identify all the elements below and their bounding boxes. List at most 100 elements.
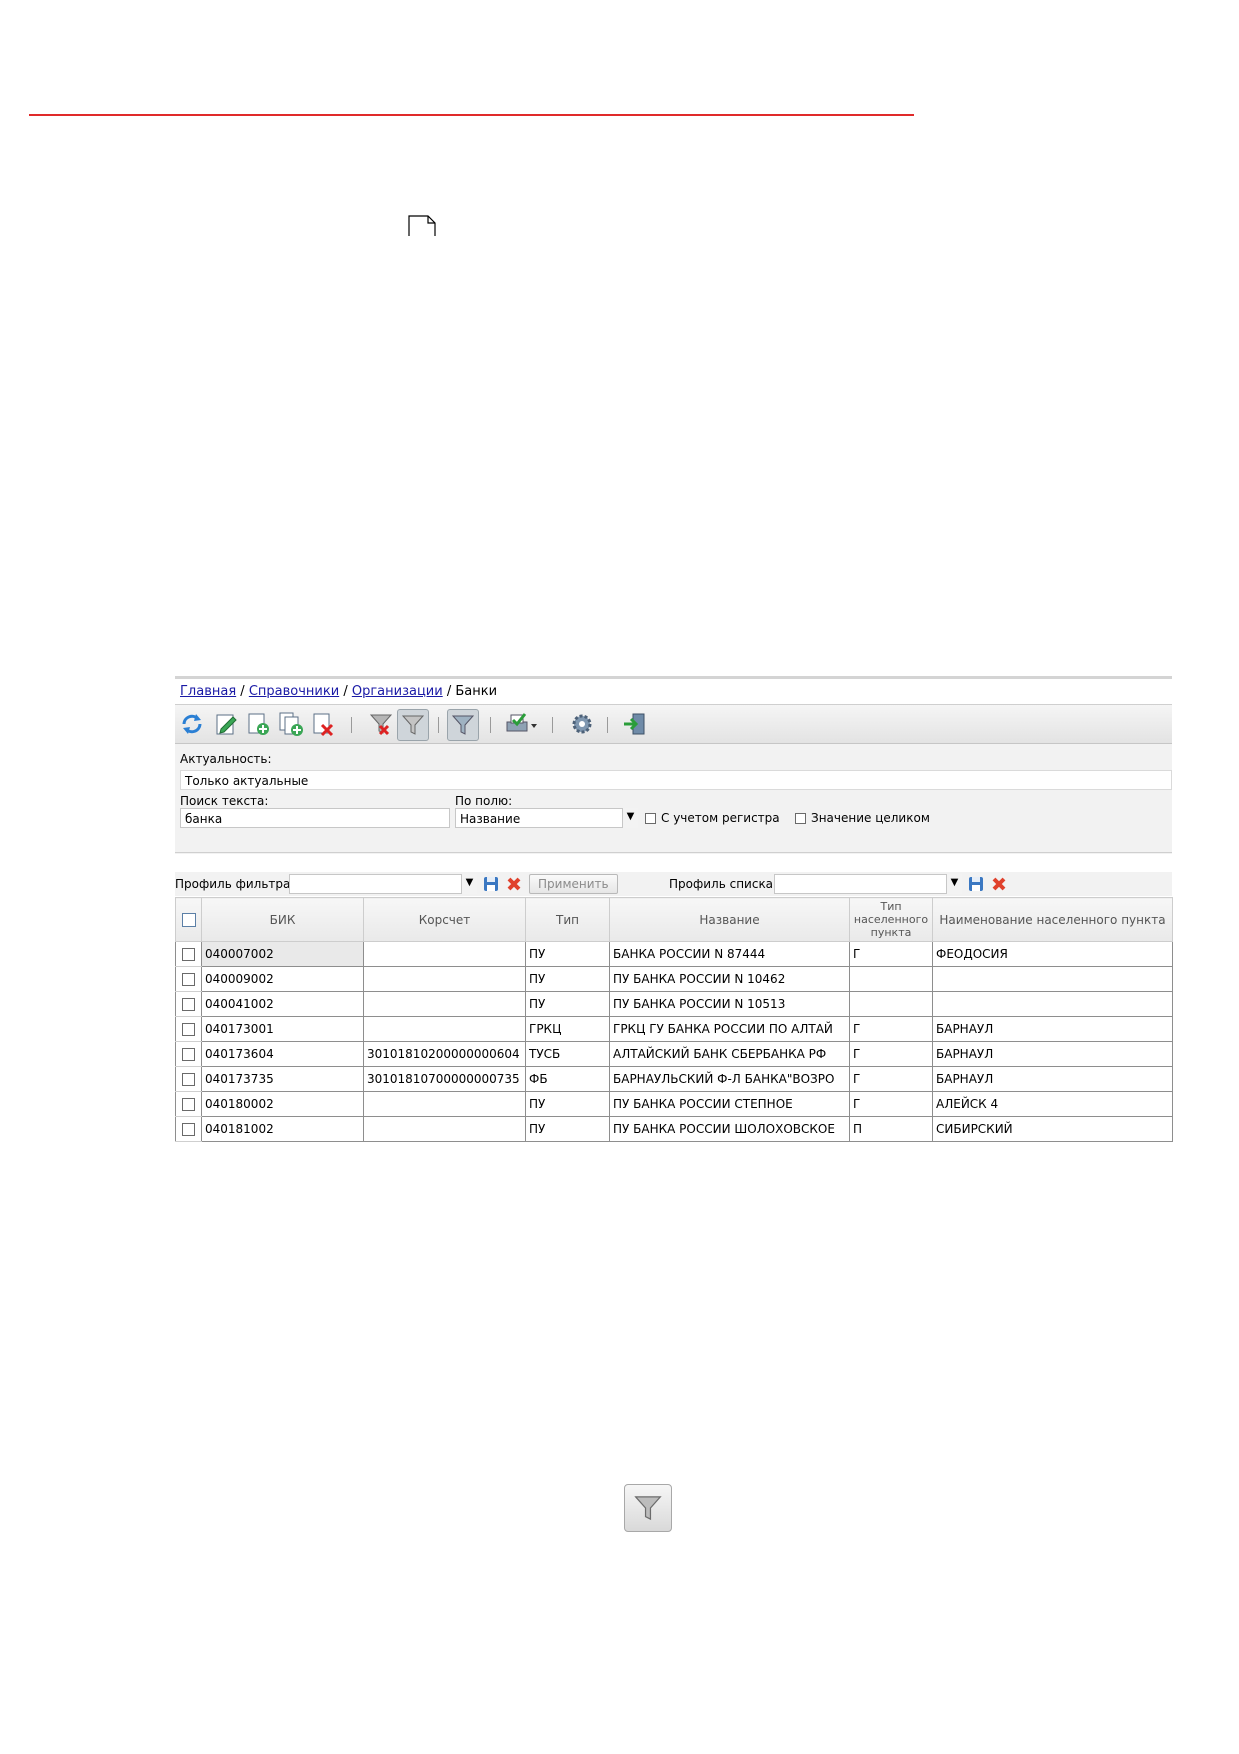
- actuality-field[interactable]: Только актуальные: [180, 770, 1172, 790]
- cell-name: БАРНАУЛЬСКИЙ Ф-Л БАНКА"ВОЗРО: [609, 1066, 850, 1092]
- row-select-cell[interactable]: [175, 1066, 202, 1092]
- row-checkbox[interactable]: [182, 1073, 195, 1086]
- column-header-korr[interactable]: Корсчет: [363, 897, 526, 942]
- save-icon[interactable]: [968, 876, 984, 892]
- column-header-type[interactable]: Тип: [525, 897, 610, 942]
- cell-settlement-type: Г: [849, 1091, 933, 1117]
- cell-bik: 040180002: [201, 1091, 364, 1117]
- chevron-down-icon[interactable]: ▼: [461, 874, 477, 894]
- column-header-name[interactable]: Название: [609, 897, 850, 942]
- clear-filter-icon[interactable]: [368, 711, 394, 737]
- whole-value-checkbox[interactable]: [795, 813, 806, 824]
- breadcrumb-orgs-link[interactable]: Организации: [352, 684, 443, 699]
- field-select[interactable]: Название: [455, 808, 638, 828]
- field-select-value: Название: [460, 812, 521, 826]
- cell-name: ПУ БАНКА РОССИИ СТЕПНОЕ: [609, 1091, 850, 1117]
- copy-add-icon[interactable]: [278, 711, 304, 737]
- list-profile-select[interactable]: [774, 874, 962, 894]
- toolbar: [175, 704, 1172, 745]
- cell-settlement: АЛЕЙСК 4: [932, 1091, 1173, 1117]
- settings-icon[interactable]: [569, 711, 595, 737]
- breadcrumb-separator: /: [240, 684, 245, 699]
- row-checkbox[interactable]: [182, 1123, 195, 1136]
- cell-settlement: [932, 966, 1173, 992]
- row-select-cell[interactable]: [175, 966, 202, 992]
- row-select-cell[interactable]: [175, 941, 202, 967]
- table-row[interactable]: 040181002 ПУ ПУ БАНКА РОССИИ ШОЛОХОВСКОЕ…: [175, 1116, 1173, 1142]
- filter-icon[interactable]: [397, 709, 429, 741]
- cell-settlement-type: [849, 966, 933, 992]
- cell-name: ПУ БАНКА РОССИИ ШОЛОХОВСКОЕ: [609, 1116, 850, 1142]
- case-checkbox[interactable]: [645, 813, 656, 824]
- chevron-down-icon[interactable]: ▼: [946, 874, 962, 894]
- cell-settlement-type: [849, 991, 933, 1017]
- cell-type: ПУ: [525, 991, 610, 1017]
- table-row[interactable]: 040180002 ПУ ПУ БАНКА РОССИИ СТЕПНОЕ Г А…: [175, 1091, 1173, 1117]
- field-label: По полю:: [455, 794, 513, 808]
- apply-button[interactable]: Применить: [529, 874, 618, 894]
- cell-name: БАНКА РОССИИ N 87444: [609, 941, 850, 967]
- row-checkbox[interactable]: [182, 948, 195, 961]
- cell-settlement-type: Г: [849, 1066, 933, 1092]
- select-all-header[interactable]: [175, 897, 202, 942]
- breadcrumb-refs-link[interactable]: Справочники: [249, 684, 339, 699]
- breadcrumb-home-link[interactable]: Главная: [180, 684, 236, 699]
- breadcrumb-separator: /: [343, 684, 348, 699]
- cell-type: ПУ: [525, 1116, 610, 1142]
- breadcrumb-current: Банки: [455, 684, 498, 699]
- row-select-cell[interactable]: [175, 1041, 202, 1067]
- exit-icon[interactable]: [621, 711, 647, 737]
- column-header-settlement-type[interactable]: Тип населенного пункта: [849, 897, 933, 942]
- cell-bik: 040041002: [201, 991, 364, 1017]
- row-select-cell[interactable]: [175, 1116, 202, 1142]
- row-checkbox[interactable]: [182, 1048, 195, 1061]
- refresh-icon[interactable]: [179, 711, 205, 737]
- cell-type: ПУ: [525, 1091, 610, 1117]
- filter-profile-select[interactable]: [289, 874, 477, 894]
- toolbar-separator: [351, 717, 352, 733]
- table-header-row: БИК Корсчет Тип Название Тип населенного…: [175, 897, 1173, 942]
- filter-active-icon[interactable]: [447, 709, 479, 741]
- table-row[interactable]: 040173604 30101810200000000604 ТУСБ АЛТА…: [175, 1041, 1173, 1067]
- row-select-cell[interactable]: [175, 991, 202, 1017]
- row-checkbox[interactable]: [182, 998, 195, 1011]
- close-icon[interactable]: [506, 876, 522, 892]
- row-select-cell[interactable]: [175, 1016, 202, 1042]
- cell-type: ГРКЦ: [525, 1016, 610, 1042]
- cell-settlement-type: Г: [849, 941, 933, 967]
- toolbar-separator: [552, 717, 553, 733]
- table-row[interactable]: 040173735 30101810700000000735 ФБ БАРНАУ…: [175, 1066, 1173, 1092]
- case-label: С учетом регистра: [661, 811, 780, 825]
- add-icon[interactable]: [245, 711, 271, 737]
- row-checkbox[interactable]: [182, 973, 195, 986]
- cell-korr: 30101810700000000735: [363, 1066, 526, 1092]
- page-icon: [408, 215, 436, 237]
- column-header-settlement-type-line: населенного: [853, 913, 929, 926]
- cell-korr: [363, 941, 526, 967]
- search-label: Поиск текста:: [180, 794, 269, 808]
- cell-settlement: СИБИРСКИЙ: [932, 1116, 1173, 1142]
- save-icon[interactable]: [483, 876, 499, 892]
- chevron-down-icon[interactable]: ▼: [622, 808, 638, 828]
- row-checkbox[interactable]: [182, 1023, 195, 1036]
- table-row[interactable]: 040173001 ГРКЦ ГРКЦ ГУ БАНКА РОССИИ ПО А…: [175, 1016, 1173, 1042]
- search-input[interactable]: банка: [180, 808, 450, 828]
- cell-name: АЛТАЙСКИЙ БАНК СБЕРБАНКА РФ: [609, 1041, 850, 1067]
- close-icon[interactable]: [991, 876, 1007, 892]
- table-row[interactable]: 040009002 ПУ ПУ БАНКА РОССИИ N 10462: [175, 966, 1173, 992]
- filter-panel: Актуальность: Только актуальные Поиск те…: [175, 744, 1172, 854]
- row-select-cell[interactable]: [175, 1091, 202, 1117]
- filter-icon: [624, 1484, 672, 1532]
- row-checkbox[interactable]: [182, 1098, 195, 1111]
- delete-icon[interactable]: [310, 711, 336, 737]
- filter-divider: [175, 852, 1172, 853]
- select-all-checkbox[interactable]: [181, 912, 196, 927]
- cell-korr: [363, 991, 526, 1017]
- edit-icon[interactable]: [213, 711, 239, 737]
- cell-name: ПУ БАНКА РОССИИ N 10462: [609, 966, 850, 992]
- table-row[interactable]: 040007002 ПУ БАНКА РОССИИ N 87444 Г ФЕОД…: [175, 941, 1173, 967]
- column-header-settlement[interactable]: Наименование населенного пункта: [932, 897, 1173, 942]
- print-icon[interactable]: [504, 711, 538, 737]
- table-row[interactable]: 040041002 ПУ ПУ БАНКА РОССИИ N 10513: [175, 991, 1173, 1017]
- column-header-bik[interactable]: БИК: [201, 897, 364, 942]
